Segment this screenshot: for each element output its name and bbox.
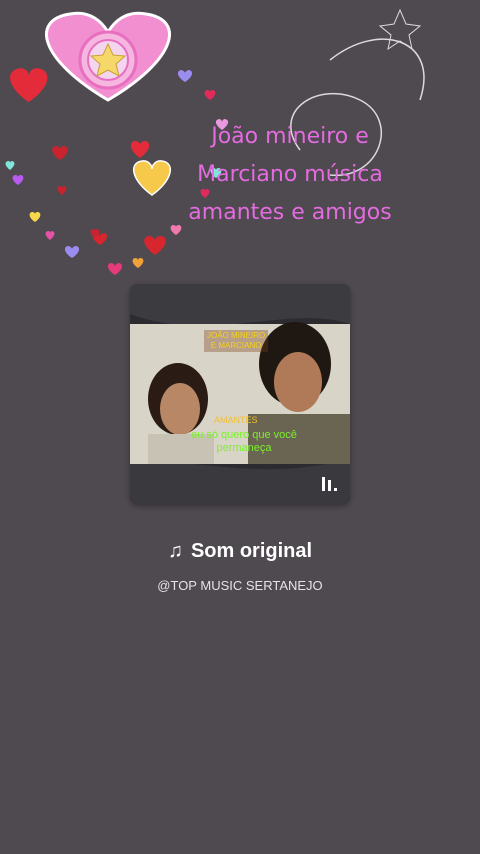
sound-author[interactable]: @TOP MUSIC SERTANEJO: [0, 578, 480, 593]
overlay-caption: João mineiro e Marciano música amantes e…: [100, 118, 480, 232]
album-title-tag: JOÃO MINEIRO E MARCIANO: [204, 330, 269, 352]
heart-badge-icon: [45, 11, 171, 102]
overlay-line-3: amantes e amigos: [188, 200, 392, 225]
equalizer-icon: [322, 477, 337, 491]
album-photo: [130, 284, 350, 504]
album-title-line-2: E MARCIANO: [210, 341, 262, 350]
overlay-line-1: João mineiro e: [211, 124, 369, 149]
album-cover[interactable]: JOÃO MINEIRO E MARCIANO AMANTES eu só qu…: [130, 284, 350, 504]
album-title-line-1: JOÃO MINEIRO: [207, 331, 266, 340]
music-note-icon: ♫: [167, 540, 183, 562]
lyric-line-1: eu só quero que você: [191, 429, 297, 441]
sound-title[interactable]: ♫ Som original: [0, 540, 480, 563]
sound-title-text: Som original: [190, 540, 313, 562]
lyric-line-2: permaneça: [216, 442, 272, 454]
lyrics-caption: eu só quero que você permaneça: [174, 429, 314, 455]
song-tag: AMANTES: [214, 415, 258, 425]
overlay-line-2: Marciano música: [197, 162, 383, 187]
